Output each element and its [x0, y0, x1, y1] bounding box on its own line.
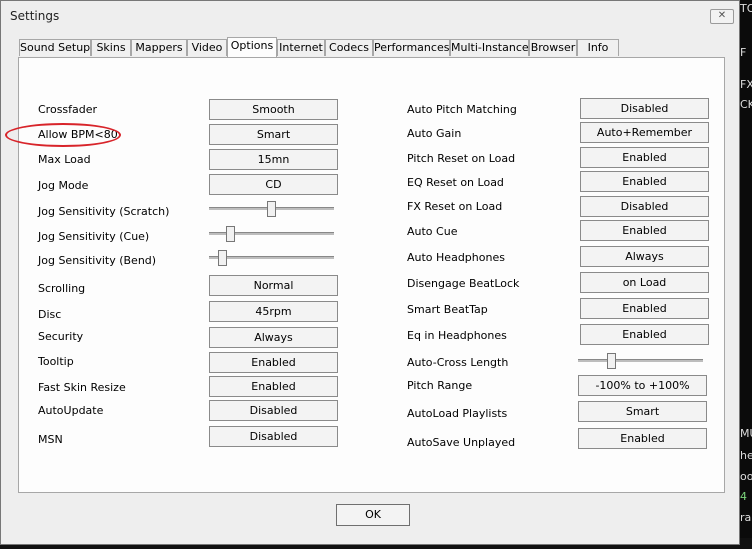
tab-sound-setup[interactable]: Sound Setup [19, 39, 91, 56]
annotation-circle [5, 123, 121, 147]
background-text: he [740, 449, 752, 462]
pitch-range-button[interactable]: -100% to +100% [578, 375, 707, 396]
background-text: 4 [740, 490, 747, 503]
jog-cue-slider[interactable] [209, 226, 334, 242]
background-text: CK [740, 98, 752, 111]
slider-thumb[interactable] [267, 201, 276, 217]
jog-mode-label: Jog Mode [38, 179, 89, 192]
window-title: Settings [10, 9, 60, 23]
security-button[interactable]: Always [209, 327, 338, 348]
autoupdate-label: AutoUpdate [38, 404, 104, 417]
jog-scratch-label: Jog Sensitivity (Scratch) [38, 205, 170, 218]
autoupdate-button[interactable]: Disabled [209, 400, 338, 421]
autoload-playlists-button[interactable]: Smart [578, 401, 707, 422]
crossfader-label: Crossfader [38, 103, 98, 116]
tab-mappers[interactable]: Mappers [131, 39, 187, 56]
pitch-range-label: Pitch Range [407, 379, 473, 392]
disc-button[interactable]: 45rpm [209, 301, 338, 322]
tab-video[interactable]: Video [187, 39, 227, 56]
pitch-reset-label: Pitch Reset on Load [407, 152, 516, 165]
background-text: FX [740, 78, 752, 91]
eq-headphones-button[interactable]: Enabled [580, 324, 709, 345]
jog-bend-label: Jog Sensitivity (Bend) [38, 254, 157, 267]
tooltip-button[interactable]: Enabled [209, 352, 338, 373]
jog-mode-button[interactable]: CD [209, 174, 338, 195]
smart-beattap-label: Smart BeatTap [407, 303, 488, 316]
autosave-unplayed-button[interactable]: Enabled [578, 428, 707, 449]
security-label: Security [38, 330, 84, 343]
auto-cross-length-label: Auto-Cross Length [407, 356, 509, 369]
auto-pitch-label: Auto Pitch Matching [407, 103, 517, 116]
slider-thumb[interactable] [226, 226, 235, 242]
smart-beattap-button[interactable]: Enabled [580, 298, 709, 319]
background-text: TO [740, 2, 752, 15]
eq-headphones-label: Eq in Headphones [407, 329, 507, 342]
disc-label: Disc [38, 308, 62, 321]
auto-cue-label: Auto Cue [407, 225, 458, 238]
pitch-reset-button[interactable]: Enabled [580, 147, 709, 168]
auto-headphones-label: Auto Headphones [407, 251, 505, 264]
jog-cue-label: Jog Sensitivity (Cue) [38, 230, 150, 243]
ok-button[interactable]: OK [336, 504, 410, 526]
allow-bpm-button[interactable]: Smart [209, 124, 338, 145]
crossfader-button[interactable]: Smooth [209, 99, 338, 120]
slider-thumb[interactable] [218, 250, 227, 266]
background-text: MU [740, 427, 752, 440]
auto-pitch-button[interactable]: Disabled [580, 98, 709, 119]
fast-skin-resize-button[interactable]: Enabled [209, 376, 338, 397]
auto-cue-button[interactable]: Enabled [580, 220, 709, 241]
tab-skins[interactable]: Skins [91, 39, 131, 56]
autosave-unplayed-label: AutoSave Unplayed [407, 436, 516, 449]
tab-options[interactable]: Options [227, 37, 277, 57]
background-text: oo [740, 470, 752, 483]
scrolling-label: Scrolling [38, 282, 86, 295]
tab-performances[interactable]: Performances [373, 39, 450, 56]
eq-reset-button[interactable]: Enabled [580, 171, 709, 192]
auto-gain-button[interactable]: Auto+Remember [580, 122, 709, 143]
auto-cross-length-slider[interactable] [578, 353, 703, 369]
autoload-playlists-label: AutoLoad Playlists [407, 407, 508, 420]
fx-reset-button[interactable]: Disabled [580, 196, 709, 217]
auto-gain-label: Auto Gain [407, 127, 462, 140]
tab-info[interactable]: Info [577, 39, 619, 56]
max-load-button[interactable]: 15mn [209, 149, 338, 170]
disengage-beatlock-button[interactable]: on Load [580, 272, 709, 293]
fx-reset-label: FX Reset on Load [407, 200, 503, 213]
tab-internet[interactable]: Internet [277, 39, 325, 56]
background-text: F [740, 46, 747, 59]
slider-thumb[interactable] [607, 353, 616, 369]
tab-multi-instance[interactable]: Multi-Instance [450, 39, 529, 56]
auto-headphones-button[interactable]: Always [580, 246, 709, 267]
tab-codecs[interactable]: Codecs [325, 39, 373, 56]
slider-track [209, 256, 334, 259]
eq-reset-label: EQ Reset on Load [407, 176, 504, 189]
background-text: ra [740, 511, 752, 524]
disengage-beatlock-label: Disengage BeatLock [407, 277, 520, 290]
settings-window: Settings ✕ Sound Setup Skins Mappers Vid… [0, 0, 740, 545]
jog-scratch-slider[interactable] [209, 201, 334, 217]
tab-browser[interactable]: Browser [529, 39, 577, 56]
jog-bend-slider[interactable] [209, 250, 334, 266]
title-bar[interactable]: Settings ✕ [1, 1, 739, 31]
close-icon: ✕ [717, 10, 727, 21]
tooltip-label: Tooltip [38, 355, 74, 368]
scrolling-button[interactable]: Normal [209, 275, 338, 296]
max-load-label: Max Load [38, 153, 91, 166]
close-button[interactable]: ✕ [710, 9, 734, 24]
fast-skin-resize-label: Fast Skin Resize [38, 381, 126, 394]
msn-label: MSN [38, 433, 63, 446]
slider-track [578, 359, 703, 362]
msn-button[interactable]: Disabled [209, 426, 338, 447]
